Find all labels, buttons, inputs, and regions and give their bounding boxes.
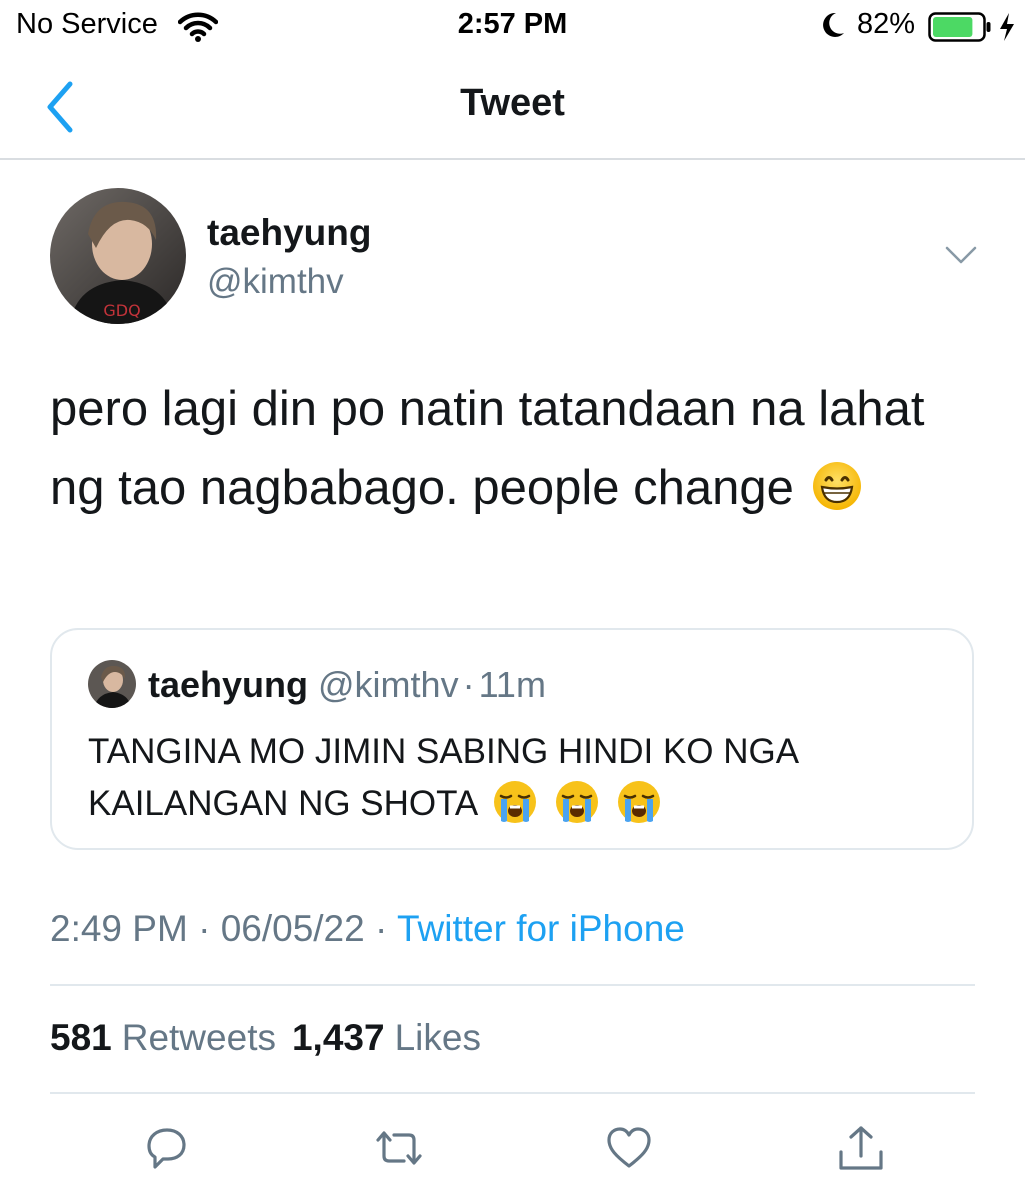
tweet-source-link[interactable]: Twitter for iPhone	[397, 908, 685, 949]
like-button[interactable]	[604, 1124, 654, 1172]
battery-icon	[928, 12, 992, 47]
loudly-crying-face-emoji-icon	[492, 779, 538, 840]
reply-icon	[147, 1128, 186, 1169]
retweet-icon	[376, 1131, 422, 1165]
do-not-disturb-icon	[820, 11, 846, 44]
tweet-text: pero lagi din po natin tatandaan na laha…	[50, 370, 980, 536]
page-title: Tweet	[460, 82, 565, 124]
charging-icon	[998, 12, 1016, 47]
avatar[interactable]: GDQ	[50, 188, 186, 324]
divider	[50, 1092, 975, 1094]
nav-bar: Tweet	[0, 54, 1025, 160]
separator-dot: ·	[462, 664, 475, 705]
grinning-face-emoji-icon	[811, 457, 863, 536]
separator-dot: ·	[198, 908, 211, 949]
quoted-tweet-text: TANGINA MO JIMIN SABING HINDI KO NGA KAI…	[88, 726, 948, 840]
svg-text:GDQ: GDQ	[103, 301, 140, 320]
more-options-button[interactable]	[944, 244, 978, 266]
battery-percent: 82%	[857, 8, 916, 40]
quoted-text-content: TANGINA MO JIMIN SABING HINDI KO NGA KAI…	[88, 732, 798, 823]
chevron-down-icon	[945, 246, 977, 264]
heart-icon	[607, 1127, 651, 1168]
loudly-crying-face-emoji-icon	[554, 779, 600, 840]
retweets-label[interactable]: Retweets	[122, 1017, 276, 1058]
retweet-button[interactable]	[372, 1124, 422, 1172]
author-name[interactable]: taehyung	[207, 212, 371, 254]
quoted-tweet-card[interactable]: taehyung @kimthv · 11m TANGINA MO JIMIN SAB…	[50, 628, 974, 850]
divider	[50, 984, 975, 986]
quoted-time: 11m	[478, 664, 546, 705]
likes-label[interactable]: Likes	[395, 1017, 481, 1058]
tweet-text-content: pero lagi din po natin tatandaan na laha…	[50, 382, 925, 515]
status-bar: No Service 2:57 PM 82%	[0, 0, 1025, 54]
separator-dot: ·	[375, 908, 388, 949]
quoted-author-name: taehyung	[148, 664, 309, 705]
tweet-date: 06/05/22	[220, 908, 365, 949]
tweet-meta: 2:49 PM · 06/05/22 · Twitter for iPhone	[50, 908, 685, 950]
loudly-crying-face-emoji-icon	[616, 779, 662, 840]
reply-button[interactable]	[141, 1124, 191, 1172]
engagement-stats: 581 Retweets 1,437 Likes	[50, 1017, 497, 1059]
author-handle[interactable]: @kimthv	[207, 262, 344, 302]
quoted-author-handle: @kimthv	[318, 664, 459, 705]
likes-count[interactable]: 1,437	[292, 1017, 385, 1058]
quoted-header: taehyung @kimthv · 11m	[148, 664, 546, 706]
share-button[interactable]	[836, 1124, 886, 1172]
retweets-count[interactable]: 581	[50, 1017, 112, 1058]
share-icon	[839, 1126, 883, 1170]
tweet-time: 2:49 PM	[50, 908, 188, 949]
quoted-avatar	[88, 660, 136, 708]
